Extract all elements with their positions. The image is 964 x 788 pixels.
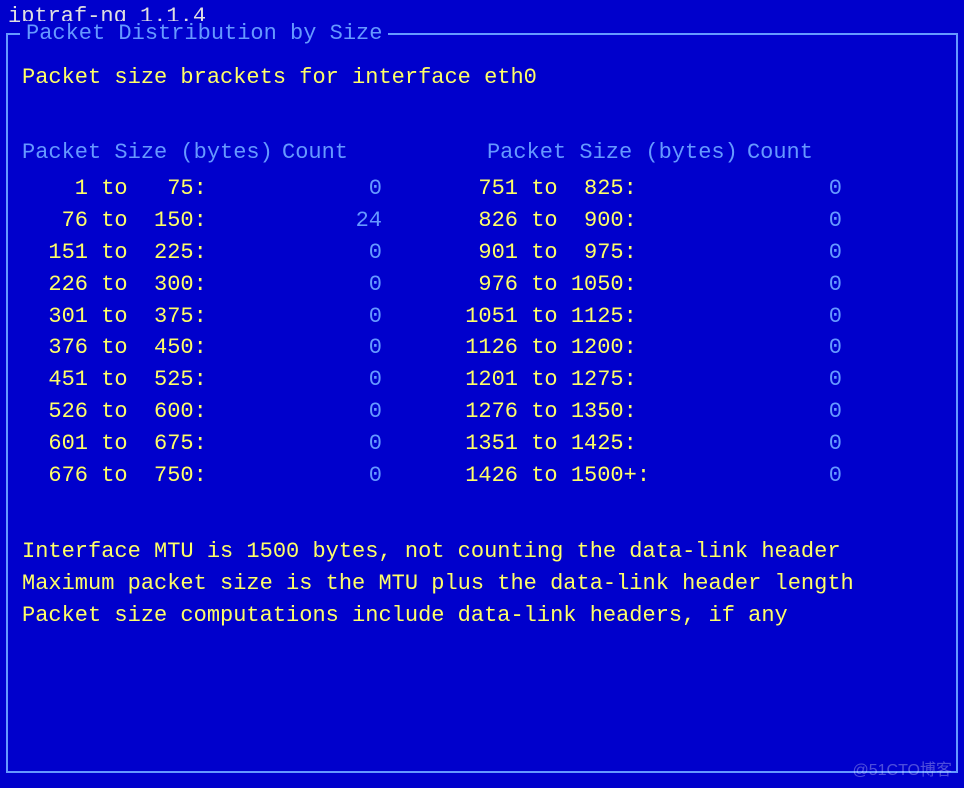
packet-count-left: 24 xyxy=(262,205,432,237)
packet-count-left: 0 xyxy=(262,269,432,301)
table-row: 76 to 150:24 826 to 900:0 xyxy=(22,205,942,237)
table-row: 601 to 675:0 1351 to 1425:0 xyxy=(22,428,942,460)
header-packet-size-left: Packet Size (bytes) xyxy=(22,140,282,165)
packet-range-right: 1276 to 1350: xyxy=(432,396,682,428)
footer-line-mtu: Interface MTU is 1500 bytes, not countin… xyxy=(22,536,942,568)
packet-range-right: 1051 to 1125: xyxy=(432,301,682,333)
table-row: 301 to 375:0 1051 to 1125:0 xyxy=(22,301,942,333)
packet-count-right: 0 xyxy=(682,205,862,237)
footer-line-computation: Packet size computations include data-li… xyxy=(22,600,942,632)
packet-range-right: 976 to 1050: xyxy=(432,269,682,301)
packet-range-right: 826 to 900: xyxy=(432,205,682,237)
packet-range-right: 751 to 825: xyxy=(432,173,682,205)
packet-range-left: 376 to 450: xyxy=(22,332,262,364)
packet-count-left: 0 xyxy=(262,428,432,460)
footer-line-max: Maximum packet size is the MTU plus the … xyxy=(22,568,942,600)
footer-info: Interface MTU is 1500 bytes, not countin… xyxy=(22,536,942,632)
packet-range-left: 151 to 225: xyxy=(22,237,262,269)
packet-range-left: 1 to 75: xyxy=(22,173,262,205)
table-row: 526 to 600:0 1276 to 1350:0 xyxy=(22,396,942,428)
packet-range-left: 676 to 750: xyxy=(22,460,262,492)
header-packet-size-right: Packet Size (bytes) xyxy=(487,140,747,165)
header-count-right: Count xyxy=(747,140,877,165)
packet-count-right: 0 xyxy=(682,428,862,460)
packet-range-left: 226 to 300: xyxy=(22,269,262,301)
packet-range-left: 301 to 375: xyxy=(22,301,262,333)
packet-count-right: 0 xyxy=(682,396,862,428)
main-frame: Packet Distribution by Size Packet size … xyxy=(6,33,958,773)
packet-count-right: 0 xyxy=(682,301,862,333)
packet-count-right: 0 xyxy=(682,173,862,205)
interface-subtitle: Packet size brackets for interface eth0 xyxy=(22,65,942,90)
packet-count-left: 0 xyxy=(262,301,432,333)
table-row: 151 to 225:0 901 to 975:0 xyxy=(22,237,942,269)
frame-title: Packet Distribution by Size xyxy=(20,21,388,46)
packet-count-left: 0 xyxy=(262,396,432,428)
packet-range-left: 76 to 150: xyxy=(22,205,262,237)
packet-range-left: 451 to 525: xyxy=(22,364,262,396)
watermark: @51CTO博客 xyxy=(852,756,952,780)
packet-count-right: 0 xyxy=(682,269,862,301)
packet-range-right: 1126 to 1200: xyxy=(432,332,682,364)
packet-count-left: 0 xyxy=(262,460,432,492)
packet-count-left: 0 xyxy=(262,173,432,205)
packet-range-right: 1201 to 1275: xyxy=(432,364,682,396)
packet-count-right: 0 xyxy=(682,364,862,396)
packet-count-left: 0 xyxy=(262,364,432,396)
table-row: 226 to 300:0 976 to 1050:0 xyxy=(22,269,942,301)
packet-count-left: 0 xyxy=(262,332,432,364)
packet-range-right: 1426 to 1500+: xyxy=(432,460,682,492)
packet-count-right: 0 xyxy=(682,332,862,364)
data-table: 1 to 75:0 751 to 825:0 76 to 150:24 826 … xyxy=(22,173,942,492)
table-row: 451 to 525:0 1201 to 1275:0 xyxy=(22,364,942,396)
packet-range-left: 526 to 600: xyxy=(22,396,262,428)
table-row: 1 to 75:0 751 to 825:0 xyxy=(22,173,942,205)
table-row: 676 to 750:0 1426 to 1500+:0 xyxy=(22,460,942,492)
content-area: Packet size brackets for interface eth0 … xyxy=(8,35,956,642)
packet-range-right: 901 to 975: xyxy=(432,237,682,269)
packet-count-left: 0 xyxy=(262,237,432,269)
table-row: 376 to 450:0 1126 to 1200:0 xyxy=(22,332,942,364)
packet-range-left: 601 to 675: xyxy=(22,428,262,460)
packet-range-right: 1351 to 1425: xyxy=(432,428,682,460)
header-count-left: Count xyxy=(282,140,412,165)
packet-count-right: 0 xyxy=(682,237,862,269)
packet-count-right: 0 xyxy=(682,460,862,492)
table-header: Packet Size (bytes) Count Packet Size (b… xyxy=(22,140,942,165)
